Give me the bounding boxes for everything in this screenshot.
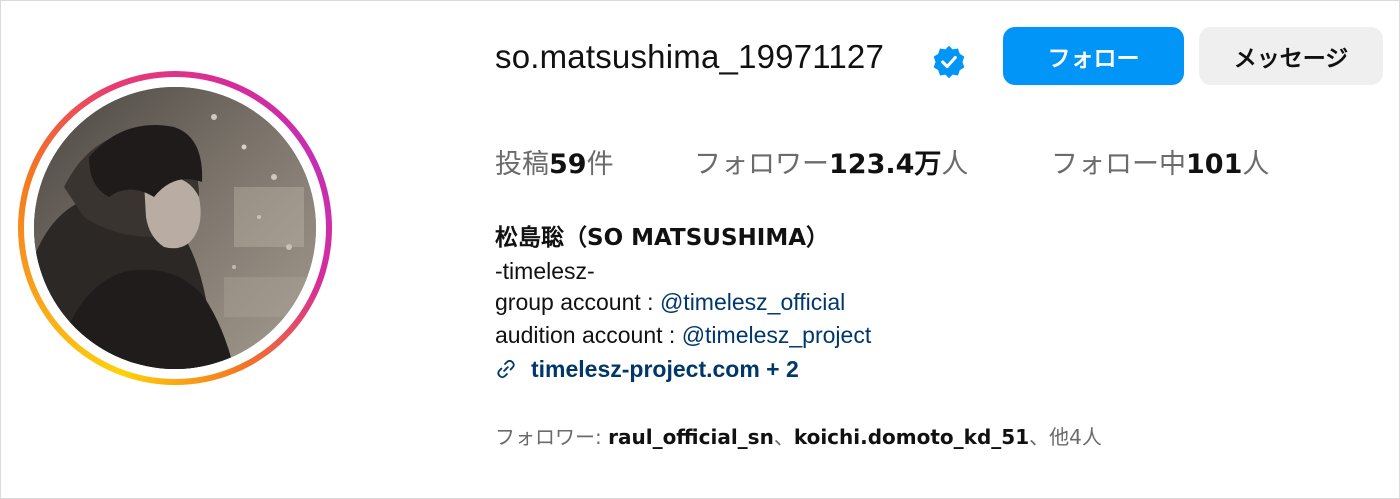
mutual-follower-2: koichi.domoto_kd_51: [793, 425, 1030, 449]
posts-count: 59: [549, 149, 587, 180]
posts-label: 投稿: [495, 149, 549, 180]
bio-line-group-account: group account : @timelesz_official: [495, 289, 845, 316]
following-unit: 人: [1242, 149, 1270, 180]
profile-username: so.matsushima_19971127: [495, 38, 885, 75]
following-count-stat[interactable]: フォロー中101人: [1051, 142, 1269, 181]
mutual-followers[interactable]: フォロワー: raul_official_sn、koichi.domoto_kd…: [495, 421, 1102, 450]
mutual-follower-1: raul_official_sn: [608, 425, 774, 449]
bio-line-audition-account: audition account : @timelesz_project: [495, 322, 871, 349]
group-account-label: group account :: [495, 289, 660, 315]
following-count: 101: [1186, 149, 1243, 180]
mutual-followers-label: フォロワー:: [495, 425, 609, 449]
profile-stats: 投稿59件 フォロワー123.4万人 フォロー中101人: [0, 142, 1400, 182]
follow-button[interactable]: フォロー: [1003, 27, 1184, 85]
followers-count: 123.4万: [829, 149, 942, 180]
display-name: 松島聡（SO MATSUSHIMA）: [495, 225, 830, 251]
audition-account-mention-link[interactable]: @timelesz_project: [682, 322, 872, 348]
avatar-photo-illustration: [34, 87, 316, 369]
bio-line-group-name: -timelesz-: [495, 258, 595, 284]
audition-account-label: audition account :: [495, 322, 682, 348]
posts-unit: 件: [586, 149, 614, 180]
external-link[interactable]: timelesz-project.com + 2: [495, 356, 799, 383]
profile-avatar[interactable]: [34, 87, 316, 369]
followers-count-stat[interactable]: フォロワー123.4万人: [694, 142, 968, 181]
verified-badge-icon: [933, 45, 965, 79]
followers-label: フォロワー: [694, 149, 829, 180]
posts-count-stat: 投稿59件: [495, 142, 614, 181]
link-icon: [497, 359, 515, 379]
profile-avatar-story-ring[interactable]: [18, 71, 332, 385]
mutual-followers-others: 、他4人: [1029, 425, 1102, 449]
group-account-mention-link[interactable]: @timelesz_official: [660, 289, 845, 315]
external-link-text: timelesz-project.com + 2: [531, 356, 799, 382]
followers-unit: 人: [941, 149, 969, 180]
mutual-followers-separator: 、: [773, 425, 794, 449]
following-label: フォロー中: [1051, 149, 1186, 180]
message-button[interactable]: メッセージ: [1199, 27, 1383, 85]
